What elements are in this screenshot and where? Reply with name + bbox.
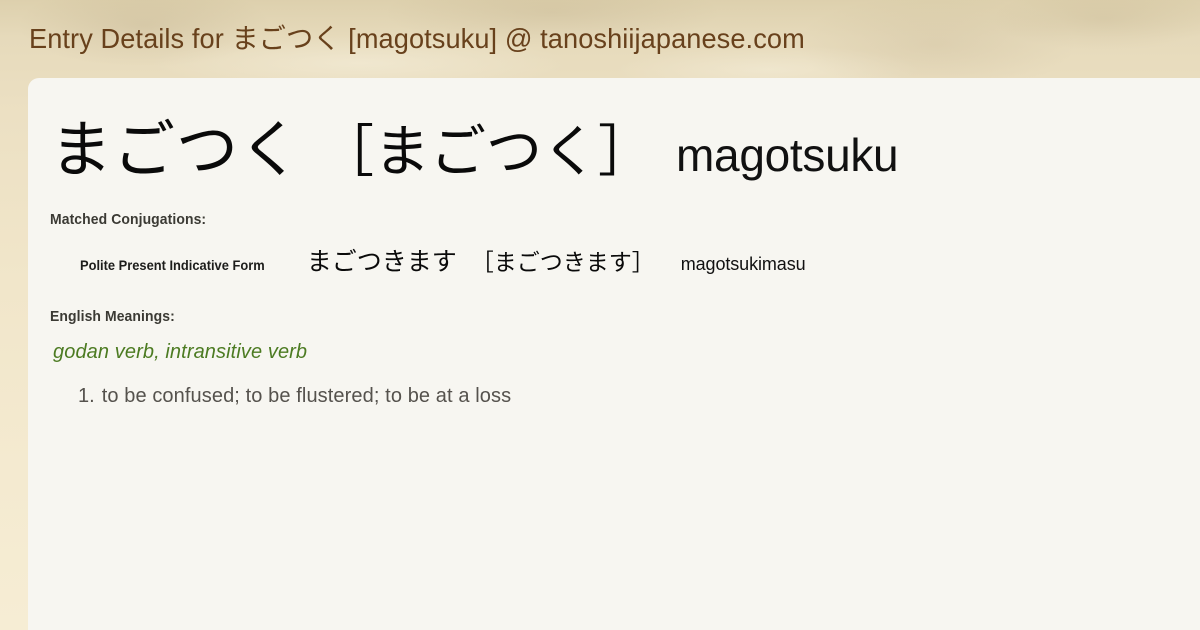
english-meanings-heading: English Meanings: (50, 308, 175, 325)
conjugation-row[interactable]: Polite Present Indicative Form まごつきます ［ま… (28, 246, 1200, 280)
parts-of-speech: godan verb, intransitive verb (53, 341, 308, 363)
headword-text: まごつく (50, 113, 303, 186)
matched-conjugations-heading: Matched Conjugations: (50, 211, 207, 228)
conjugation-romaji: magotsukimasu (680, 254, 806, 274)
conjugation-form-name: Polite Present Indicative Form (80, 257, 265, 273)
page-title: Entry Details for まごつく [magotsuku] @ tan… (29, 23, 805, 55)
conjugation-kana: まごつきます (306, 247, 457, 276)
headword-row: まごつく ［まごつく］ magotsuku (28, 78, 1200, 193)
headword-romaji: magotsuku (676, 129, 899, 181)
sense-number: 1. (78, 385, 95, 407)
sense-list: 1. to be confused; to be flustered; to b… (28, 383, 1200, 410)
page-title-prefix: Entry Details for (29, 23, 232, 54)
headword-reading: ［まごつく］ (318, 120, 655, 185)
sense-item: 1. to be confused; to be flustered; to b… (28, 383, 1200, 410)
conjugation-list: Polite Present Indicative Form まごつきます ［ま… (28, 246, 1200, 280)
entry-details-panel: まごつく ［まごつく］ magotsuku Matched Conjugatio… (28, 78, 1200, 630)
conjugation-reading: ［まごつきます］ (470, 250, 655, 276)
page-title-term: まごつく (231, 22, 341, 55)
sense-definition: to be confused; to be flustered; to be a… (101, 385, 512, 407)
site-header: Entry Details for まごつく [magotsuku] @ tan… (0, 0, 1200, 78)
page-title-suffix: [magotsuku] @ tanoshiijapanese.com (340, 23, 805, 54)
